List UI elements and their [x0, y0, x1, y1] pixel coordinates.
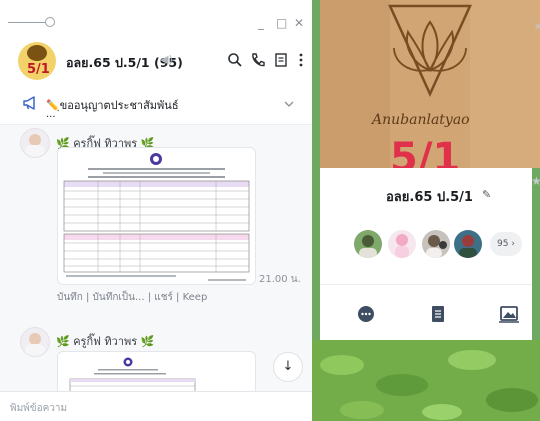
- close-profile-button[interactable]: ✕: [534, 22, 540, 33]
- profile-card: อลย.65 ป.5/1 ✎ 95 ›: [320, 168, 532, 342]
- message-actions[interactable]: บันทึก | บันทึกเป็น... | แชร์ | Keep: [57, 290, 207, 305]
- announcement-ellipsis: ...: [46, 109, 56, 120]
- leaves-background-image: [312, 340, 540, 421]
- chat-pane: _ □ ✕ 5/1 อลย.65 ป.5/1 (95) ◀) ✏️ขออนุญา…: [0, 0, 313, 421]
- message-time: 21.00 น.: [259, 274, 301, 285]
- sender-avatar[interactable]: [20, 128, 50, 158]
- message-input[interactable]: [8, 398, 302, 418]
- leaf-icon: 🌿: [56, 335, 70, 348]
- close-window-button[interactable]: ✕: [294, 16, 304, 30]
- maximize-button[interactable]: □: [276, 16, 287, 30]
- chat-header: 5/1 อลย.65 ป.5/1 (95) ◀): [0, 30, 312, 88]
- image-message[interactable]: [57, 147, 256, 285]
- avatar-body: [25, 344, 45, 356]
- announcement-bar[interactable]: ✏️ขออนุญาตประชาสัมพันธ์ ...: [0, 88, 312, 125]
- member-avatar[interactable]: [388, 230, 416, 258]
- member-avatar[interactable]: [454, 230, 482, 258]
- chat-bubble-icon[interactable]: [356, 304, 376, 324]
- profile-group-name: อลย.65 ป.5/1: [386, 190, 473, 205]
- cover-photo: Anubanlatyao 5/1 ✕: [320, 0, 540, 168]
- group-avatar[interactable]: 5/1: [18, 42, 56, 80]
- favorite-star-icon[interactable]: ★: [531, 174, 540, 188]
- sender-name-text: ครูกิ๊ฟ ทิวาพร: [73, 335, 138, 348]
- avatar-body: [25, 145, 45, 157]
- group-profile-pane: Anubanlatyao 5/1 ✕ ★ อลย.65 ป.5/1 ✎ 95 ›: [312, 0, 540, 421]
- schedule-document-image: [63, 153, 250, 281]
- sender-name[interactable]: 🌿 ครูกิ๊ฟ ทิวาพร 🌿: [56, 332, 154, 350]
- search-icon[interactable]: [226, 52, 244, 70]
- member-avatar[interactable]: [354, 230, 382, 258]
- phone-icon[interactable]: [249, 52, 267, 70]
- mute-icon: ◀): [160, 53, 173, 66]
- message-input-bar: [0, 391, 312, 421]
- group-avatar-label: 5/1: [27, 62, 50, 77]
- opacity-slider-knob[interactable]: [45, 17, 55, 27]
- title-bar: _ □ ✕: [0, 0, 312, 30]
- edit-name-icon[interactable]: ✎: [482, 188, 491, 201]
- leaf-background: [312, 340, 540, 421]
- chevron-down-icon[interactable]: [284, 98, 294, 111]
- divider: [320, 284, 532, 285]
- cover-class-label: 5/1: [390, 135, 461, 168]
- album-icon[interactable]: [498, 304, 519, 324]
- member-count-button[interactable]: 95 ›: [490, 232, 522, 256]
- cover-school-name: Anubanlatyao: [372, 112, 470, 128]
- image-message[interactable]: [57, 351, 256, 393]
- megaphone-icon: [22, 95, 40, 115]
- announcement-text: ✏️ขออนุญาตประชาสัมพันธ์: [46, 99, 179, 112]
- notes-icon[interactable]: [272, 52, 290, 70]
- more-icon[interactable]: [292, 52, 310, 70]
- scroll-to-bottom-button[interactable]: ↓: [273, 352, 303, 382]
- member-avatar[interactable]: [422, 230, 450, 258]
- leaf-icon: 🌿: [140, 335, 155, 348]
- schedule-document-image: [69, 357, 196, 392]
- school-emblem-icon: [27, 45, 47, 61]
- sender-avatar[interactable]: [20, 327, 50, 357]
- minimize-button[interactable]: _: [258, 16, 264, 30]
- notes-icon[interactable]: [428, 304, 448, 324]
- opacity-slider-track[interactable]: [8, 22, 48, 23]
